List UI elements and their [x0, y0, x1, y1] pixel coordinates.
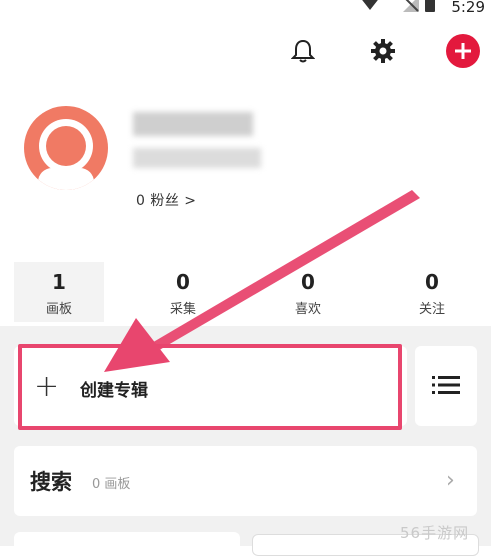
- avatar[interactable]: [24, 106, 108, 190]
- watermark: 56手游网: [400, 524, 470, 542]
- stats-bar: 1 画板 0 采集 0 喜欢 0 关注: [0, 262, 491, 324]
- status-time: 5:29: [451, 0, 485, 16]
- stat-value: 0: [301, 270, 315, 294]
- gear-icon[interactable]: [366, 34, 400, 68]
- status-bar: 5:29: [0, 0, 491, 22]
- stat-label: 采集: [169, 302, 196, 317]
- stat-label: 画板: [45, 302, 72, 317]
- wifi-icon: [359, 0, 381, 10]
- bell-icon[interactable]: [286, 34, 320, 68]
- highlight-box: [18, 344, 402, 430]
- battery-icon: [425, 0, 435, 12]
- followers-link[interactable]: 0 粉丝 >: [136, 190, 197, 210]
- search-board-card[interactable]: [14, 446, 477, 516]
- board-title: 搜索: [30, 470, 72, 494]
- stat-value: 0: [176, 270, 190, 294]
- username-blurred: [133, 112, 253, 136]
- stat-boards[interactable]: 1 画板: [14, 262, 104, 322]
- stat-following[interactable]: 0 关注: [387, 262, 477, 322]
- chevron-right-icon: ›: [446, 468, 455, 493]
- stat-likes[interactable]: 0 喜欢: [263, 262, 353, 322]
- board-card-partial[interactable]: [14, 532, 240, 552]
- no-signal-icon: [403, 0, 419, 12]
- stat-label: 关注: [418, 302, 445, 317]
- list-view-button[interactable]: [415, 346, 477, 426]
- board-count: 0 画板: [92, 477, 131, 492]
- stat-value: 1: [52, 270, 66, 294]
- list-icon: [432, 376, 460, 394]
- stat-collects[interactable]: 0 采集: [138, 262, 228, 322]
- user-id-blurred: [133, 148, 261, 168]
- stat-label: 喜欢: [294, 302, 321, 317]
- stat-value: 0: [425, 270, 439, 294]
- add-icon[interactable]: [446, 34, 480, 68]
